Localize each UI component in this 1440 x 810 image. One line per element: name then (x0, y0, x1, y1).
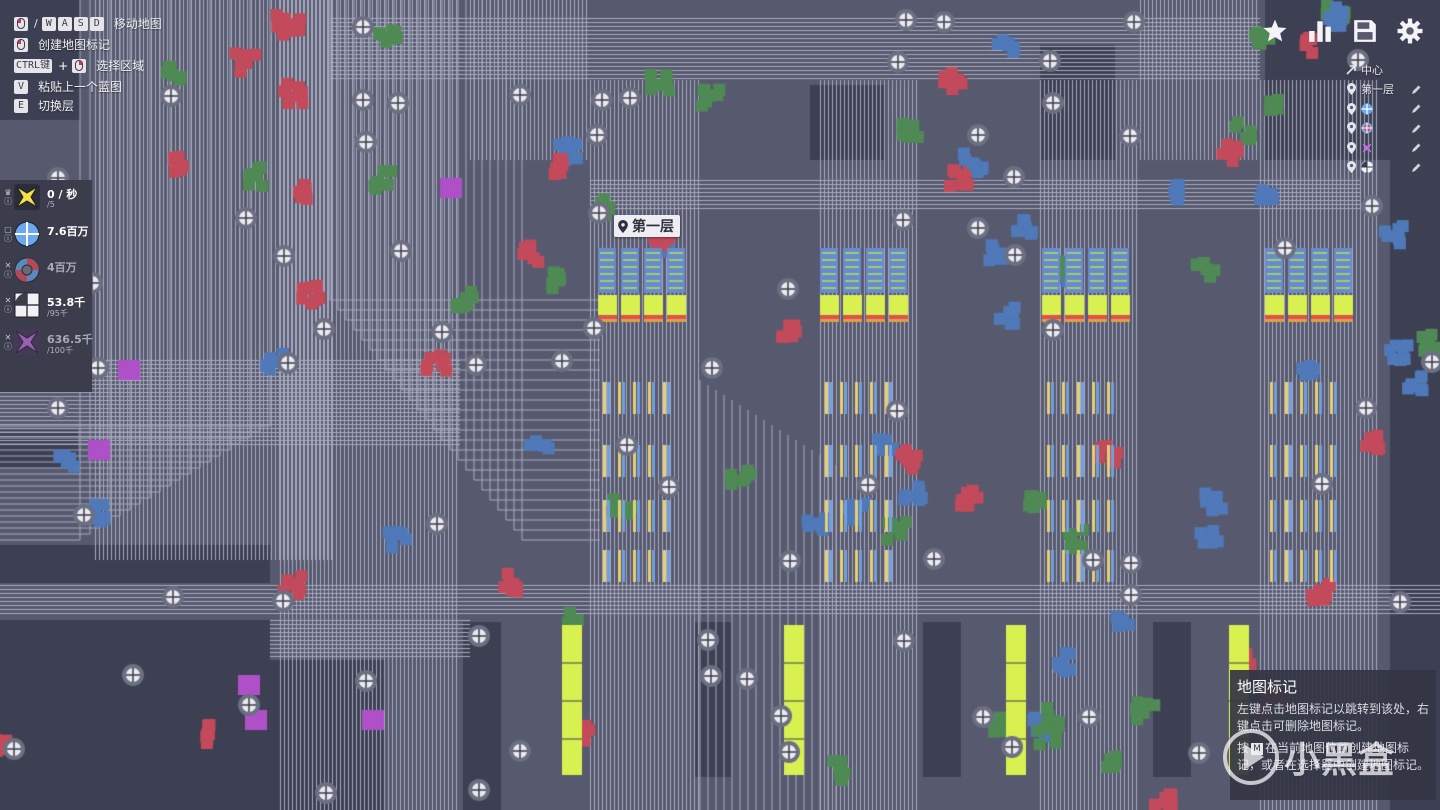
help-layer-label: 切换层 (38, 98, 75, 113)
square-shape-icon (1361, 161, 1373, 173)
map-marker-layer1[interactable]: 第一层 (614, 215, 680, 237)
pin-icon (618, 219, 628, 233)
pin-icon (1346, 161, 1356, 174)
pencil-icon[interactable] (1410, 84, 1422, 96)
key-e: E (14, 98, 28, 113)
stat-value: 7.6百万 (47, 225, 89, 238)
stat-row-square[interactable]: ✕ ⓘ 53.8千 /95千 (0, 288, 92, 322)
help-select-row: CTRL键 + 选择区域 (14, 55, 162, 76)
keybind-help: / W A S D 移动地图 创建地图标记 CTRL键 + 选择区域 V 粘贴上… (14, 13, 162, 114)
stat-sub: /95千 (47, 309, 68, 318)
star-shape-icon (1362, 142, 1372, 153)
help-marker-row: 创建地图标记 (14, 34, 162, 55)
slash-separator: / (34, 16, 38, 30)
key-s: S (73, 16, 88, 31)
mouse-middle-icon (14, 37, 28, 52)
square-shape-icon (14, 292, 40, 318)
goal-shape-icon (14, 184, 40, 210)
pin-icon (1346, 141, 1356, 154)
gear-icon[interactable] (1395, 16, 1424, 45)
help-select-label: 选择区域 (96, 58, 145, 73)
help-layer-row: E 切换层 (14, 97, 162, 114)
waypoint-square[interactable] (1346, 158, 1430, 178)
circle-shape-icon (14, 221, 40, 247)
help-move-label: 移动地图 (113, 16, 162, 31)
stat-sub: /100千 (47, 346, 73, 355)
mouse-right-icon (72, 58, 87, 73)
target-shape-icon (1361, 122, 1373, 134)
help-move-row: / W A S D 移动地图 (14, 13, 162, 34)
pencil-icon[interactable] (1410, 162, 1422, 174)
factory-map[interactable] (0, 0, 1440, 810)
help-paste-label: 粘贴上一个蓝图 (38, 79, 123, 94)
arrow-icon (1346, 64, 1356, 76)
close-info-icon: ✕ ⓘ (4, 296, 12, 314)
waypoint-label: 中心 (1361, 63, 1383, 77)
help-paste-row: V 粘贴上一个蓝图 (14, 76, 162, 97)
plus-separator: + (58, 58, 69, 73)
waypoint-center[interactable]: 中心 (1346, 60, 1430, 80)
stat-sub: /5 (47, 200, 55, 209)
crown-info-icon: ♛ ⓘ (4, 188, 12, 206)
key-ctrl: CTRL键 (14, 58, 53, 73)
xiaoheihe-watermark: 小黑盒 (1222, 728, 1395, 786)
key-a: A (57, 16, 72, 31)
play-logo-icon (1223, 729, 1279, 785)
bar-chart-icon[interactable] (1305, 16, 1334, 45)
map-marker-label: 第一层 (632, 219, 674, 235)
lock-info-icon: ▢ ⓘ (4, 225, 12, 243)
wind-shape-icon (14, 257, 40, 283)
star-icon[interactable] (1260, 16, 1289, 45)
stat-row-circle[interactable]: ▢ ⓘ 7.6百万 (0, 217, 92, 251)
mouse-left-icon (14, 16, 28, 31)
key-w: W (41, 16, 56, 31)
tooltip-title: 地图标记 (1237, 678, 1298, 696)
pin-icon (1346, 122, 1356, 135)
resource-stats-panel: ♛ ⓘ 0 / 秒 /5 ▢ ⓘ 7.6百万 ✕ ⓘ 4百万 ✕ ⓘ 53.8千… (0, 180, 93, 392)
pencil-icon[interactable] (1410, 103, 1422, 115)
key-d: D (89, 16, 104, 31)
key-v: V (14, 79, 28, 94)
help-marker-label: 创建地图标记 (38, 37, 111, 52)
top-toolbar (1260, 16, 1424, 45)
waypoint-circle[interactable] (1346, 99, 1430, 119)
star-shape-icon (14, 329, 40, 355)
waypoint-target[interactable] (1346, 119, 1430, 139)
save-icon[interactable] (1350, 16, 1379, 45)
pencil-icon[interactable] (1410, 123, 1422, 135)
stat-row-goal[interactable]: ♛ ⓘ 0 / 秒 /5 (0, 180, 92, 214)
waypoint-star[interactable] (1346, 138, 1430, 158)
circle-shape-icon (1361, 103, 1373, 115)
waypoint-label: 第一层 (1361, 83, 1394, 97)
pencil-icon[interactable] (1410, 142, 1422, 154)
close-info-icon: ✕ ⓘ (4, 261, 12, 279)
pin-icon (1346, 102, 1356, 115)
stat-row-wind[interactable]: ✕ ⓘ 4百万 (0, 253, 92, 287)
pin-icon (1346, 83, 1356, 96)
waypoint-layer1[interactable]: 第一层 (1346, 80, 1430, 100)
stat-row-star[interactable]: ✕ ⓘ 636.5千 /100千 (0, 325, 93, 359)
waypoint-list: 中心 第一层 (1346, 60, 1430, 177)
stat-value: 4百万 (47, 261, 77, 274)
watermark-text: 小黑盒 (1284, 740, 1396, 781)
close-info-icon: ✕ ⓘ (4, 333, 12, 351)
